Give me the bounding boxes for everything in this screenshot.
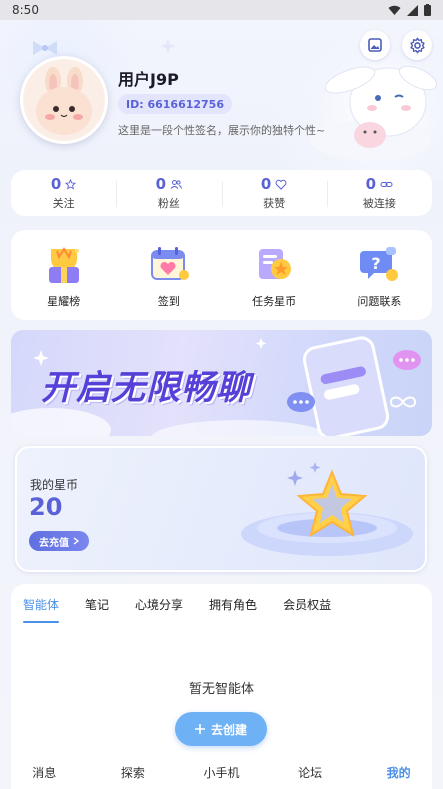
stat-label: 粉丝	[157, 197, 180, 210]
stat-label: 被连接	[362, 197, 396, 210]
question-chat-icon: ?	[360, 247, 399, 281]
nav-forum[interactable]: 论坛	[266, 764, 355, 781]
feature-label: 星耀榜	[47, 295, 81, 308]
user-id-badge[interactable]: ID: 6616612756	[118, 94, 232, 114]
recharge-button[interactable]: 去充值	[29, 531, 89, 551]
settings-button[interactable]	[402, 30, 432, 60]
feature-shortcuts: 星耀榜 签到 任务星币 ? 问题联系	[11, 230, 432, 320]
banner-title: 开启无限畅聊	[41, 368, 251, 408]
create-button-label: 去创建	[210, 722, 247, 737]
wifi-icon	[388, 5, 401, 15]
battery-icon	[424, 4, 431, 16]
stat-following[interactable]: 0 关注	[11, 175, 116, 211]
tab-notes[interactable]: 笔记	[85, 596, 109, 623]
nav-explore[interactable]: 探索	[89, 764, 178, 781]
feature-checkin[interactable]: 签到	[116, 241, 221, 309]
status-time: 8:50	[12, 3, 39, 17]
chevron-right-icon	[73, 537, 79, 545]
stat-label: 关注	[52, 197, 75, 210]
feature-contact[interactable]: ? 问题联系	[327, 241, 432, 309]
stat-likes[interactable]: 0 获赞	[221, 175, 327, 211]
content-tabs: 智能体 笔记 心境分享 拥有角色 会员权益	[23, 596, 331, 623]
task-coin-icon	[259, 249, 292, 279]
stat-value: 0	[260, 175, 272, 193]
stats-card: 0 关注 0 粉丝 0 获赞 0 被连接	[11, 170, 432, 216]
link-icon	[380, 181, 393, 187]
coin-value: 20	[29, 493, 63, 521]
status-icons	[388, 4, 431, 16]
feature-task-coins[interactable]: 任务星币	[222, 241, 327, 309]
feature-label: 问题联系	[357, 295, 402, 308]
users-icon	[170, 179, 183, 189]
stat-value: 0	[365, 175, 377, 193]
status-bar: 8:50	[0, 0, 443, 20]
nav-messages[interactable]: 消息	[0, 764, 89, 781]
sparkle-decoration-icon	[160, 38, 176, 54]
username: 用户J9P	[118, 70, 179, 89]
tab-mood-share[interactable]: 心境分享	[135, 596, 183, 623]
coin-title: 我的星币	[30, 478, 79, 492]
avatar[interactable]	[20, 56, 108, 144]
calendar-checkin-icon	[150, 247, 189, 280]
signal-icon	[407, 4, 418, 16]
stat-followers[interactable]: 0 粉丝	[116, 175, 221, 211]
heart-icon	[275, 179, 287, 190]
image-icon	[368, 38, 382, 52]
feature-label: 签到	[157, 295, 180, 308]
star-coin-plate-illustration	[241, 462, 413, 556]
tab-owned-roles[interactable]: 拥有角色	[209, 596, 257, 623]
trophy-gift-icon	[48, 247, 79, 283]
create-agent-button[interactable]: 去创建	[175, 712, 267, 746]
tab-agents[interactable]: 智能体	[23, 596, 60, 623]
recharge-label: 去充值	[39, 537, 69, 549]
coin-card: 我的星币 20 去充值	[15, 446, 427, 572]
stat-label: 获赞	[263, 197, 286, 210]
feature-ranking[interactable]: 星耀榜	[11, 241, 116, 309]
gear-icon	[409, 37, 425, 53]
nav-mine[interactable]: 我的	[354, 764, 443, 781]
feature-label: 任务星币	[252, 295, 297, 308]
plus-icon	[194, 724, 205, 734]
bottom-nav: 消息 探索 小手机 论坛 我的	[0, 755, 443, 789]
nav-mini-phone[interactable]: 小手机	[177, 764, 266, 781]
stat-connected[interactable]: 0 被连接	[326, 175, 432, 211]
stat-value: 0	[50, 175, 62, 193]
promo-banner[interactable]: 开启无限畅聊	[11, 330, 432, 436]
star-icon	[65, 178, 77, 190]
bow-decoration-icon	[33, 41, 57, 55]
tab-member-benefits[interactable]: 会员权益	[283, 596, 331, 623]
stat-value: 0	[155, 175, 167, 193]
bunny-avatar-icon	[23, 59, 105, 141]
gallery-button[interactable]	[360, 30, 390, 60]
signature[interactable]: 这里是一段个性签名，展示你的独特个性~	[118, 122, 325, 138]
svg-text:?: ?	[372, 254, 381, 273]
empty-state-text: 暂无智能体	[188, 682, 254, 697]
